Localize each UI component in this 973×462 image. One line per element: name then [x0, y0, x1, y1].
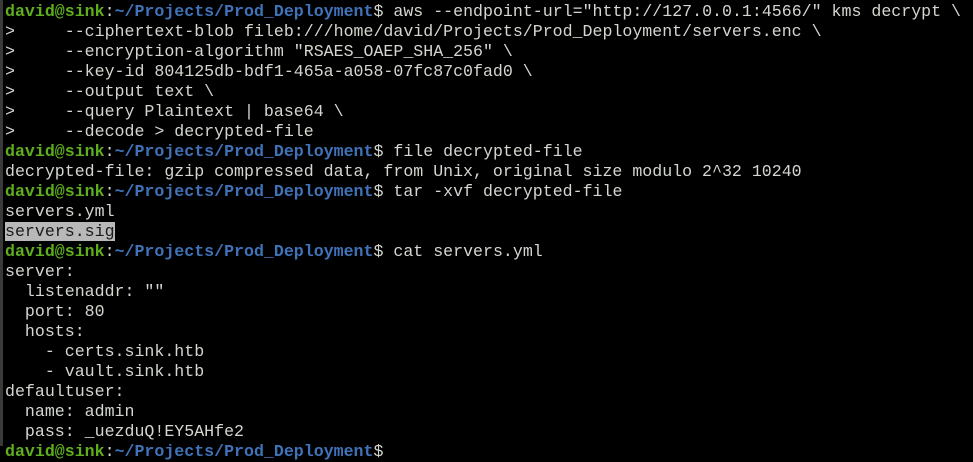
prompt-user-host: david@sink [5, 442, 105, 461]
output-line: > --query Plaintext | base64 \ [5, 102, 961, 122]
terminal-output[interactable]: david@sink:~/Projects/Prod_Deployment$ a… [5, 2, 961, 462]
prompt-separator: : [104, 442, 115, 461]
output-text: > --ciphertext-blob fileb:///home/david/… [5, 22, 822, 41]
prompt-symbol: $ [373, 182, 394, 201]
command-text: aws --endpoint-url="http://127.0.0.1:456… [393, 2, 961, 21]
output-text: decrypted-file: gzip compressed data, fr… [5, 162, 802, 181]
output-line: defaultuser: [5, 382, 961, 402]
output-line: servers.yml [5, 202, 961, 222]
output-text: defaultuser: [5, 382, 125, 401]
prompt-path: ~/Projects/Prod_Deployment [114, 442, 374, 461]
output-text: > --decode > decrypted-file [5, 122, 314, 141]
command-text: tar -xvf decrypted-file [393, 182, 623, 201]
prompt-path: ~/Projects/Prod_Deployment [114, 2, 374, 21]
output-text: > --output text \ [5, 82, 215, 101]
prompt-user-host: david@sink [5, 182, 105, 201]
output-text: port: 80 [5, 302, 105, 321]
prompt-path: ~/Projects/Prod_Deployment [114, 142, 374, 161]
prompt-symbol: $ [373, 142, 394, 161]
prompt-symbol: $ [373, 2, 394, 21]
output-text: - vault.sink.htb [5, 362, 205, 381]
output-text: server: [5, 262, 75, 281]
prompt-path: ~/Projects/Prod_Deployment [114, 242, 374, 261]
command-text: file decrypted-file [393, 142, 583, 161]
output-line: port: 80 [5, 302, 961, 322]
prompt-separator: : [104, 182, 115, 201]
prompt-path: ~/Projects/Prod_Deployment [114, 182, 374, 201]
output-line: > --output text \ [5, 82, 961, 102]
output-text: servers.sig [5, 222, 115, 241]
output-line: name: admin [5, 402, 961, 422]
output-text: > --query Plaintext | base64 \ [5, 102, 344, 121]
output-line: decrypted-file: gzip compressed data, fr… [5, 162, 961, 182]
output-text: > --encryption-algorithm "RSAES_OAEP_SHA… [5, 42, 513, 61]
output-text: name: admin [5, 402, 135, 421]
output-text: servers.yml [5, 202, 115, 221]
output-text: > --key-id 804125db-bdf1-465a-a058-07fc8… [5, 62, 533, 81]
prompt-line: david@sink:~/Projects/Prod_Deployment$ a… [5, 2, 961, 22]
prompt-line: david@sink:~/Projects/Prod_Deployment$ [5, 442, 961, 462]
output-line: - certs.sink.htb [5, 342, 961, 362]
prompt-symbol: $ [373, 442, 394, 461]
selected-output-line: servers.sig [5, 222, 961, 242]
prompt-symbol: $ [373, 242, 394, 261]
prompt-user-host: david@sink [5, 2, 105, 21]
output-line: > --encryption-algorithm "RSAES_OAEP_SHA… [5, 42, 961, 62]
output-text: hosts: [5, 322, 85, 341]
output-line: server: [5, 262, 961, 282]
prompt-line: david@sink:~/Projects/Prod_Deployment$ c… [5, 242, 961, 262]
output-line: hosts: [5, 322, 961, 342]
output-line: - vault.sink.htb [5, 362, 961, 382]
output-line: > --decode > decrypted-file [5, 122, 961, 142]
output-line: > --ciphertext-blob fileb:///home/david/… [5, 22, 961, 42]
output-line: listenaddr: "" [5, 282, 961, 302]
prompt-separator: : [104, 142, 115, 161]
output-text: pass: _uezduQ!EY5AHfe2 [5, 422, 244, 441]
prompt-separator: : [104, 2, 115, 21]
prompt-line: david@sink:~/Projects/Prod_Deployment$ f… [5, 142, 961, 162]
prompt-line: david@sink:~/Projects/Prod_Deployment$ t… [5, 182, 961, 202]
output-text: listenaddr: "" [5, 282, 165, 301]
prompt-separator: : [104, 242, 115, 261]
prompt-user-host: david@sink [5, 242, 105, 261]
output-text: - certs.sink.htb [5, 342, 205, 361]
output-line: pass: _uezduQ!EY5AHfe2 [5, 422, 961, 442]
window-left-border [0, 0, 3, 446]
output-line: > --key-id 804125db-bdf1-465a-a058-07fc8… [5, 62, 961, 82]
command-text: cat servers.yml [393, 242, 543, 261]
prompt-user-host: david@sink [5, 142, 105, 161]
